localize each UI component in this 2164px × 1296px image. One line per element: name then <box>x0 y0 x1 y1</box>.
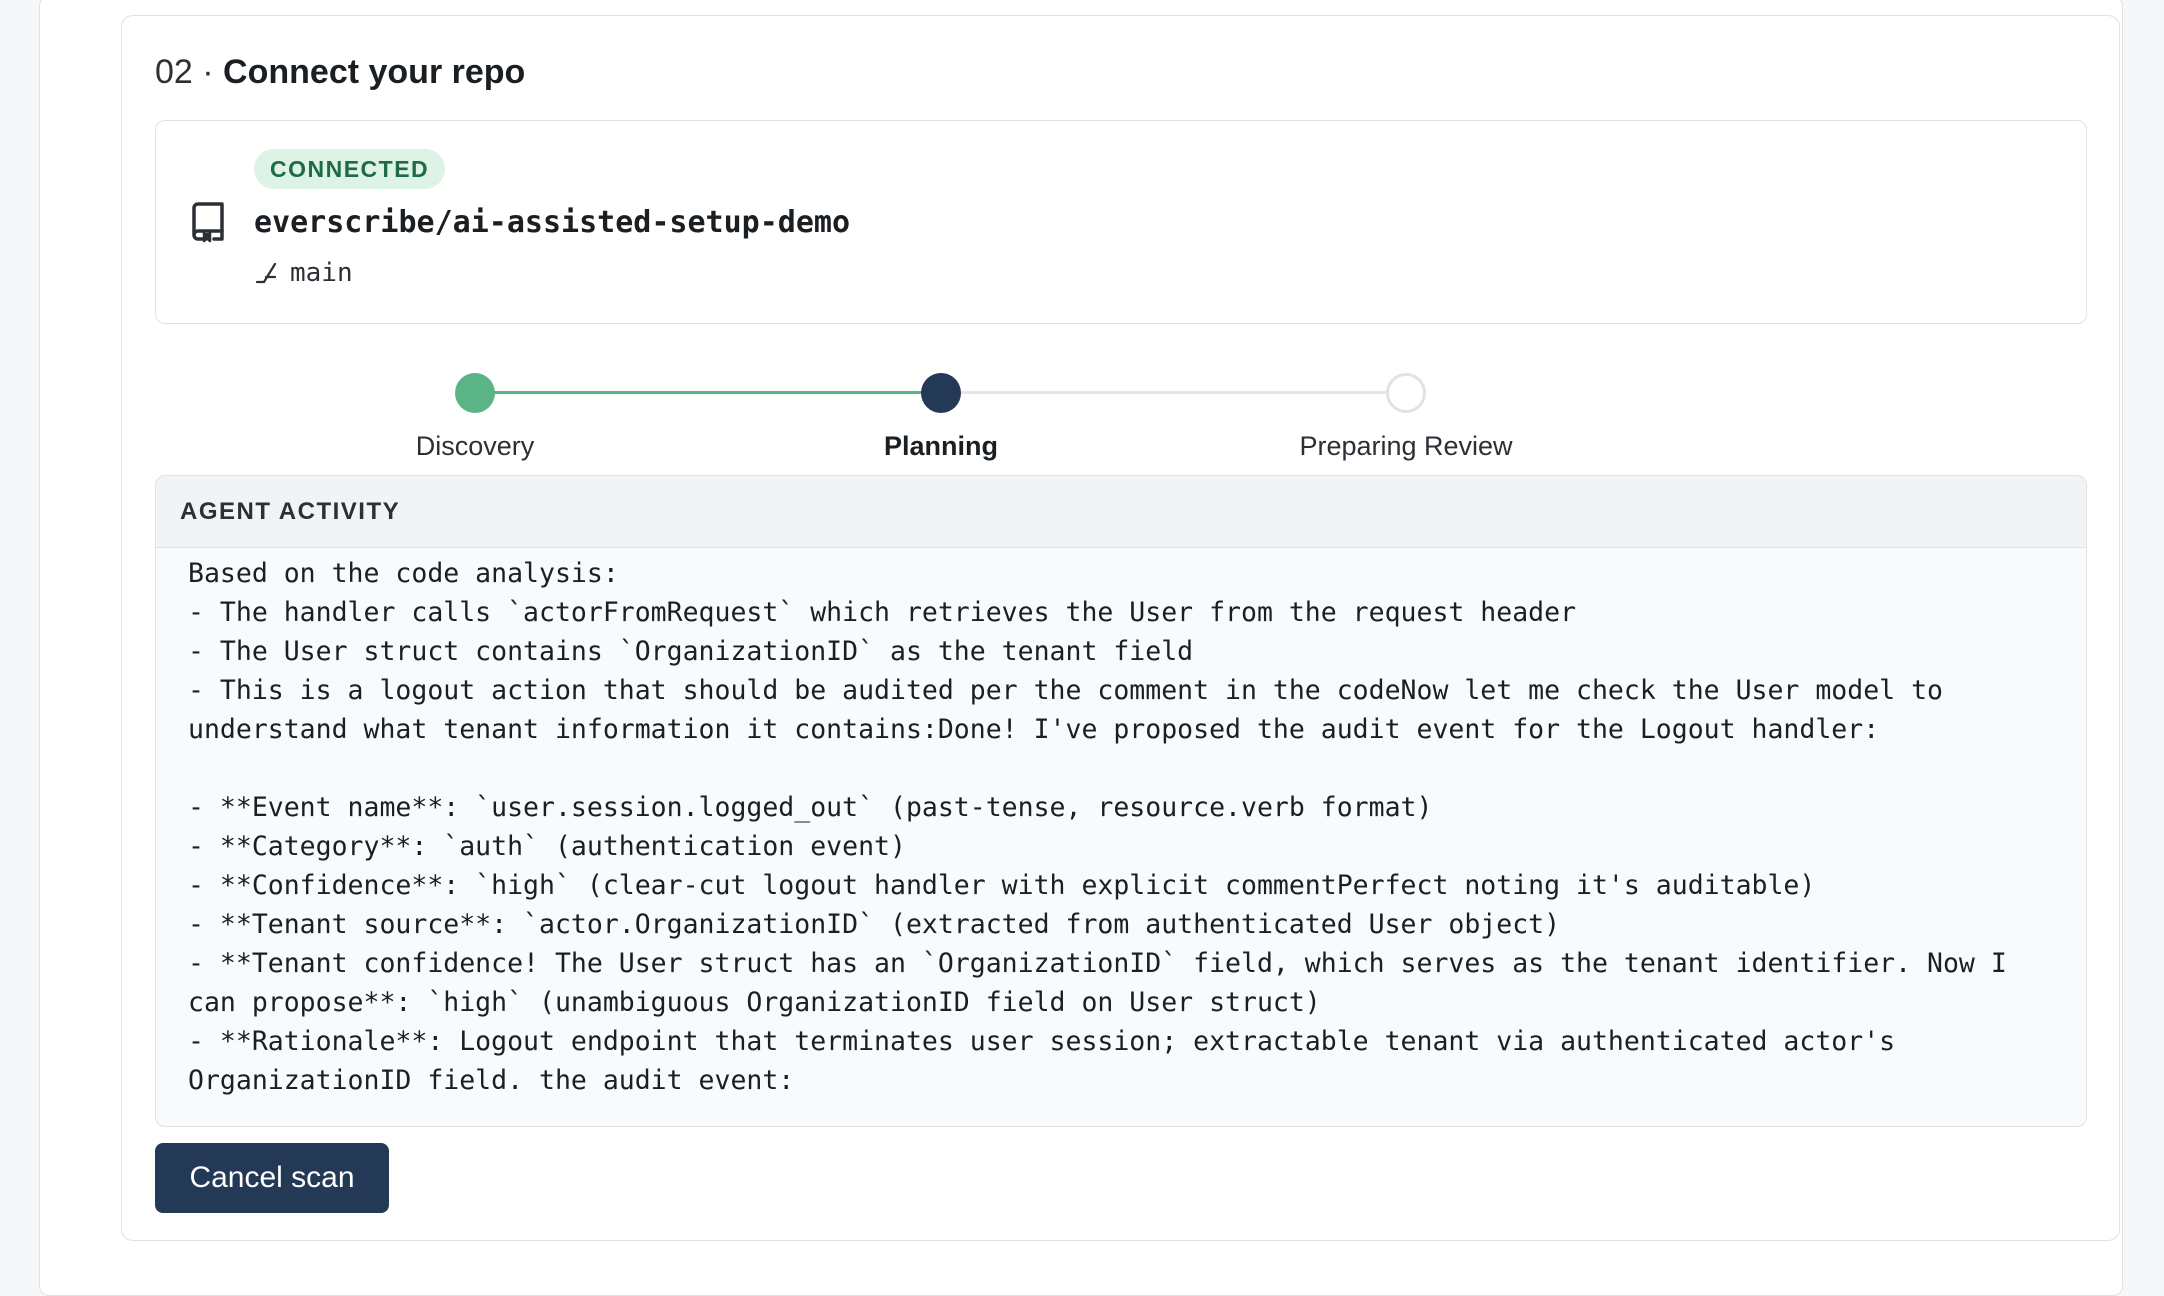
repo-icon <box>190 201 226 243</box>
page-container: 02 · Connect your repo CONNECTED everscr… <box>39 0 2123 1296</box>
scan-progress-stepper: Discovery Planning Preparing Review <box>155 352 2087 462</box>
step-label-preparing-review: Preparing Review <box>1299 431 1513 461</box>
step-label-discovery: Discovery <box>415 431 535 461</box>
branch-name: main <box>290 258 353 288</box>
git-branch-icon <box>254 260 280 286</box>
cancel-scan-button[interactable]: Cancel scan <box>155 1143 389 1213</box>
step-dot-preparing-review <box>1386 373 1426 413</box>
step-number: 02 · <box>155 53 214 91</box>
branch-row: main <box>254 255 353 291</box>
agent-activity-log[interactable]: Based on the code analysis: - The handle… <box>156 548 2086 1100</box>
repo-name: everscribe/ai-assisted-setup-demo <box>254 205 851 240</box>
agent-activity-heading: AGENT ACTIVITY <box>156 476 2086 548</box>
progress-track-complete <box>475 391 939 394</box>
step-card: 02 · Connect your repo CONNECTED everscr… <box>121 15 2120 1241</box>
connection-status-badge: CONNECTED <box>254 149 446 189</box>
step-dot-planning <box>921 373 961 413</box>
step-dot-discovery <box>455 373 495 413</box>
step-title: Connect your repo <box>223 53 526 91</box>
step-label-planning: Planning <box>884 431 998 461</box>
progress-track-pending <box>939 391 1403 394</box>
agent-activity-panel: AGENT ACTIVITY Based on the code analysi… <box>155 475 2087 1127</box>
step-heading: 02 · Connect your repo <box>155 52 525 92</box>
connected-repo-panel: CONNECTED everscribe/ai-assisted-setup-d… <box>155 120 2087 324</box>
